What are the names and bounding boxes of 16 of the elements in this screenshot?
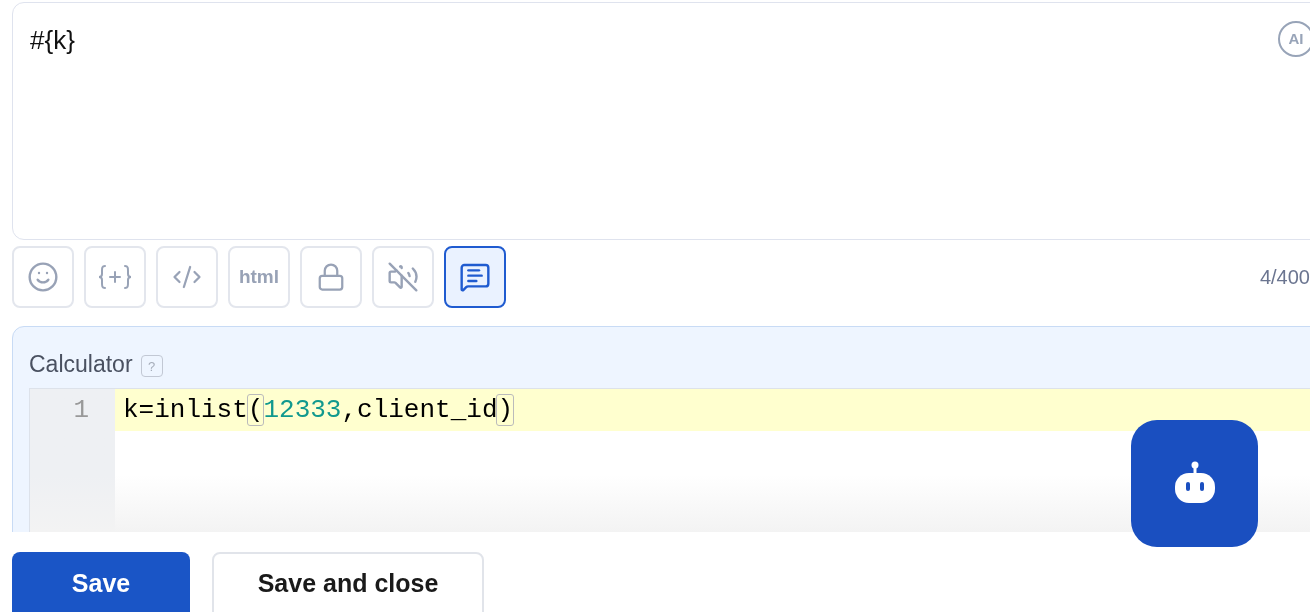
speaker-muted-icon	[387, 261, 419, 293]
message-field[interactable]: #{k} AI	[12, 2, 1310, 240]
save-button[interactable]: Save	[12, 552, 190, 612]
smiley-icon	[27, 261, 59, 293]
calculator-label: Calculator	[29, 350, 133, 379]
character-counter: 4/400	[1259, 265, 1310, 290]
chatbot-button[interactable]	[1131, 420, 1258, 547]
message-icon	[459, 261, 491, 293]
line-number: 1	[72, 393, 90, 427]
toolbar-button[interactable]	[444, 246, 506, 308]
html-label: html	[238, 264, 280, 289]
message-text: #{k}	[30, 25, 75, 55]
code-editor[interactable]: 1 k=inlist(12333,client_id)	[29, 387, 1310, 532]
braces-plus-icon	[98, 264, 132, 290]
save-and-close-button[interactable]: Save and close	[212, 552, 484, 612]
lock-icon	[316, 262, 346, 292]
